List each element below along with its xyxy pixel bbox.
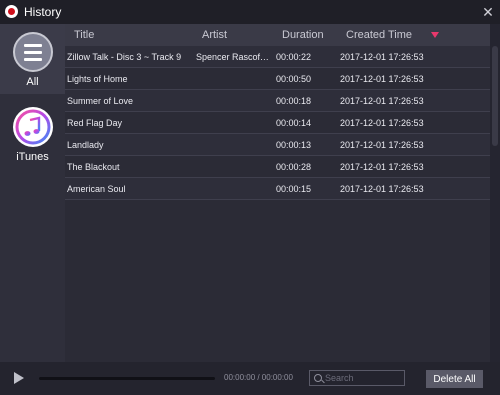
title-bar: History ✕ (0, 0, 500, 24)
sort-descending-icon[interactable] (431, 32, 439, 38)
cell-created-time: 2017-12-01 17:26:53 (340, 96, 424, 106)
cell-title: Lights of Home (67, 74, 128, 84)
sidebar-item-label: iTunes (16, 151, 49, 163)
search-box[interactable] (309, 370, 405, 386)
itunes-icon (12, 107, 53, 147)
cell-title: Zillow Talk - Disc 3 ~ Track 9 (67, 52, 182, 62)
scrollbar-thumb[interactable] (492, 46, 498, 146)
table-row[interactable]: The Blackout 00:00:28 2017-12-01 17:26:5… (65, 156, 490, 178)
sidebar-item-itunes[interactable]: iTunes (0, 99, 65, 169)
column-header-artist[interactable]: Artist (202, 29, 227, 41)
cell-duration: 00:00:22 (276, 52, 312, 62)
cell-created-time: 2017-12-01 17:26:53 (340, 74, 424, 84)
cell-duration: 00:00:13 (276, 140, 312, 150)
vertical-scrollbar[interactable] (490, 24, 500, 362)
search-icon (314, 374, 322, 382)
column-header-created-time[interactable]: Created Time (346, 29, 412, 41)
window-title: History (24, 5, 62, 19)
table-row[interactable]: American Soul 00:00:15 2017-12-01 17:26:… (65, 178, 490, 200)
table-row[interactable]: Summer of Love 00:00:18 2017-12-01 17:26… (65, 90, 490, 112)
close-icon: ✕ (482, 3, 494, 20)
column-header-title[interactable]: Title (74, 29, 94, 41)
cell-title: Summer of Love (67, 96, 134, 106)
cell-artist: Spencer Rascoff ... (196, 52, 270, 62)
search-input[interactable] (325, 371, 403, 385)
close-button[interactable]: ✕ (476, 0, 500, 24)
cell-duration: 00:00:50 (276, 74, 312, 84)
progress-slider[interactable] (39, 377, 215, 380)
cell-duration: 00:00:18 (276, 96, 312, 106)
app-record-icon (5, 5, 18, 18)
table-row[interactable]: Zillow Talk - Disc 3 ~ Track 9 Spencer R… (65, 46, 490, 68)
sidebar-item-all[interactable]: All (0, 24, 65, 94)
table-row[interactable]: Lights of Home 00:00:50 2017-12-01 17:26… (65, 68, 490, 90)
player-bar: 00:00:00 / 00:00:00 Delete All (0, 362, 500, 395)
cell-title: Red Flag Day (67, 118, 123, 128)
table-row[interactable]: Red Flag Day 00:00:14 2017-12-01 17:26:5… (65, 112, 490, 134)
cell-title: Landlady (67, 140, 104, 150)
cell-duration: 00:00:15 (276, 184, 312, 194)
cell-created-time: 2017-12-01 17:26:53 (340, 140, 424, 150)
table-header: Title Artist Duration Created Time (65, 24, 490, 46)
cell-title: American Soul (67, 184, 126, 194)
cell-created-time: 2017-12-01 17:26:53 (340, 118, 424, 128)
playback-time: 00:00:00 / 00:00:00 (224, 373, 293, 382)
column-header-duration[interactable]: Duration (282, 29, 324, 41)
history-table: Title Artist Duration Created Time Zillo… (65, 24, 490, 362)
play-icon[interactable] (14, 372, 24, 384)
cell-duration: 00:00:28 (276, 162, 312, 172)
cell-created-time: 2017-12-01 17:26:53 (340, 162, 424, 172)
table-body: Zillow Talk - Disc 3 ~ Track 9 Spencer R… (65, 46, 490, 200)
cell-duration: 00:00:14 (276, 118, 312, 128)
table-row[interactable]: Landlady 00:00:13 2017-12-01 17:26:53 (65, 134, 490, 156)
menu-icon (12, 32, 53, 72)
cell-title: The Blackout (67, 162, 120, 172)
delete-all-button[interactable]: Delete All (426, 370, 483, 388)
sidebar: All iTunes (0, 24, 65, 362)
cell-created-time: 2017-12-01 17:26:53 (340, 52, 424, 62)
cell-created-time: 2017-12-01 17:26:53 (340, 184, 424, 194)
sidebar-item-label: All (26, 76, 39, 88)
